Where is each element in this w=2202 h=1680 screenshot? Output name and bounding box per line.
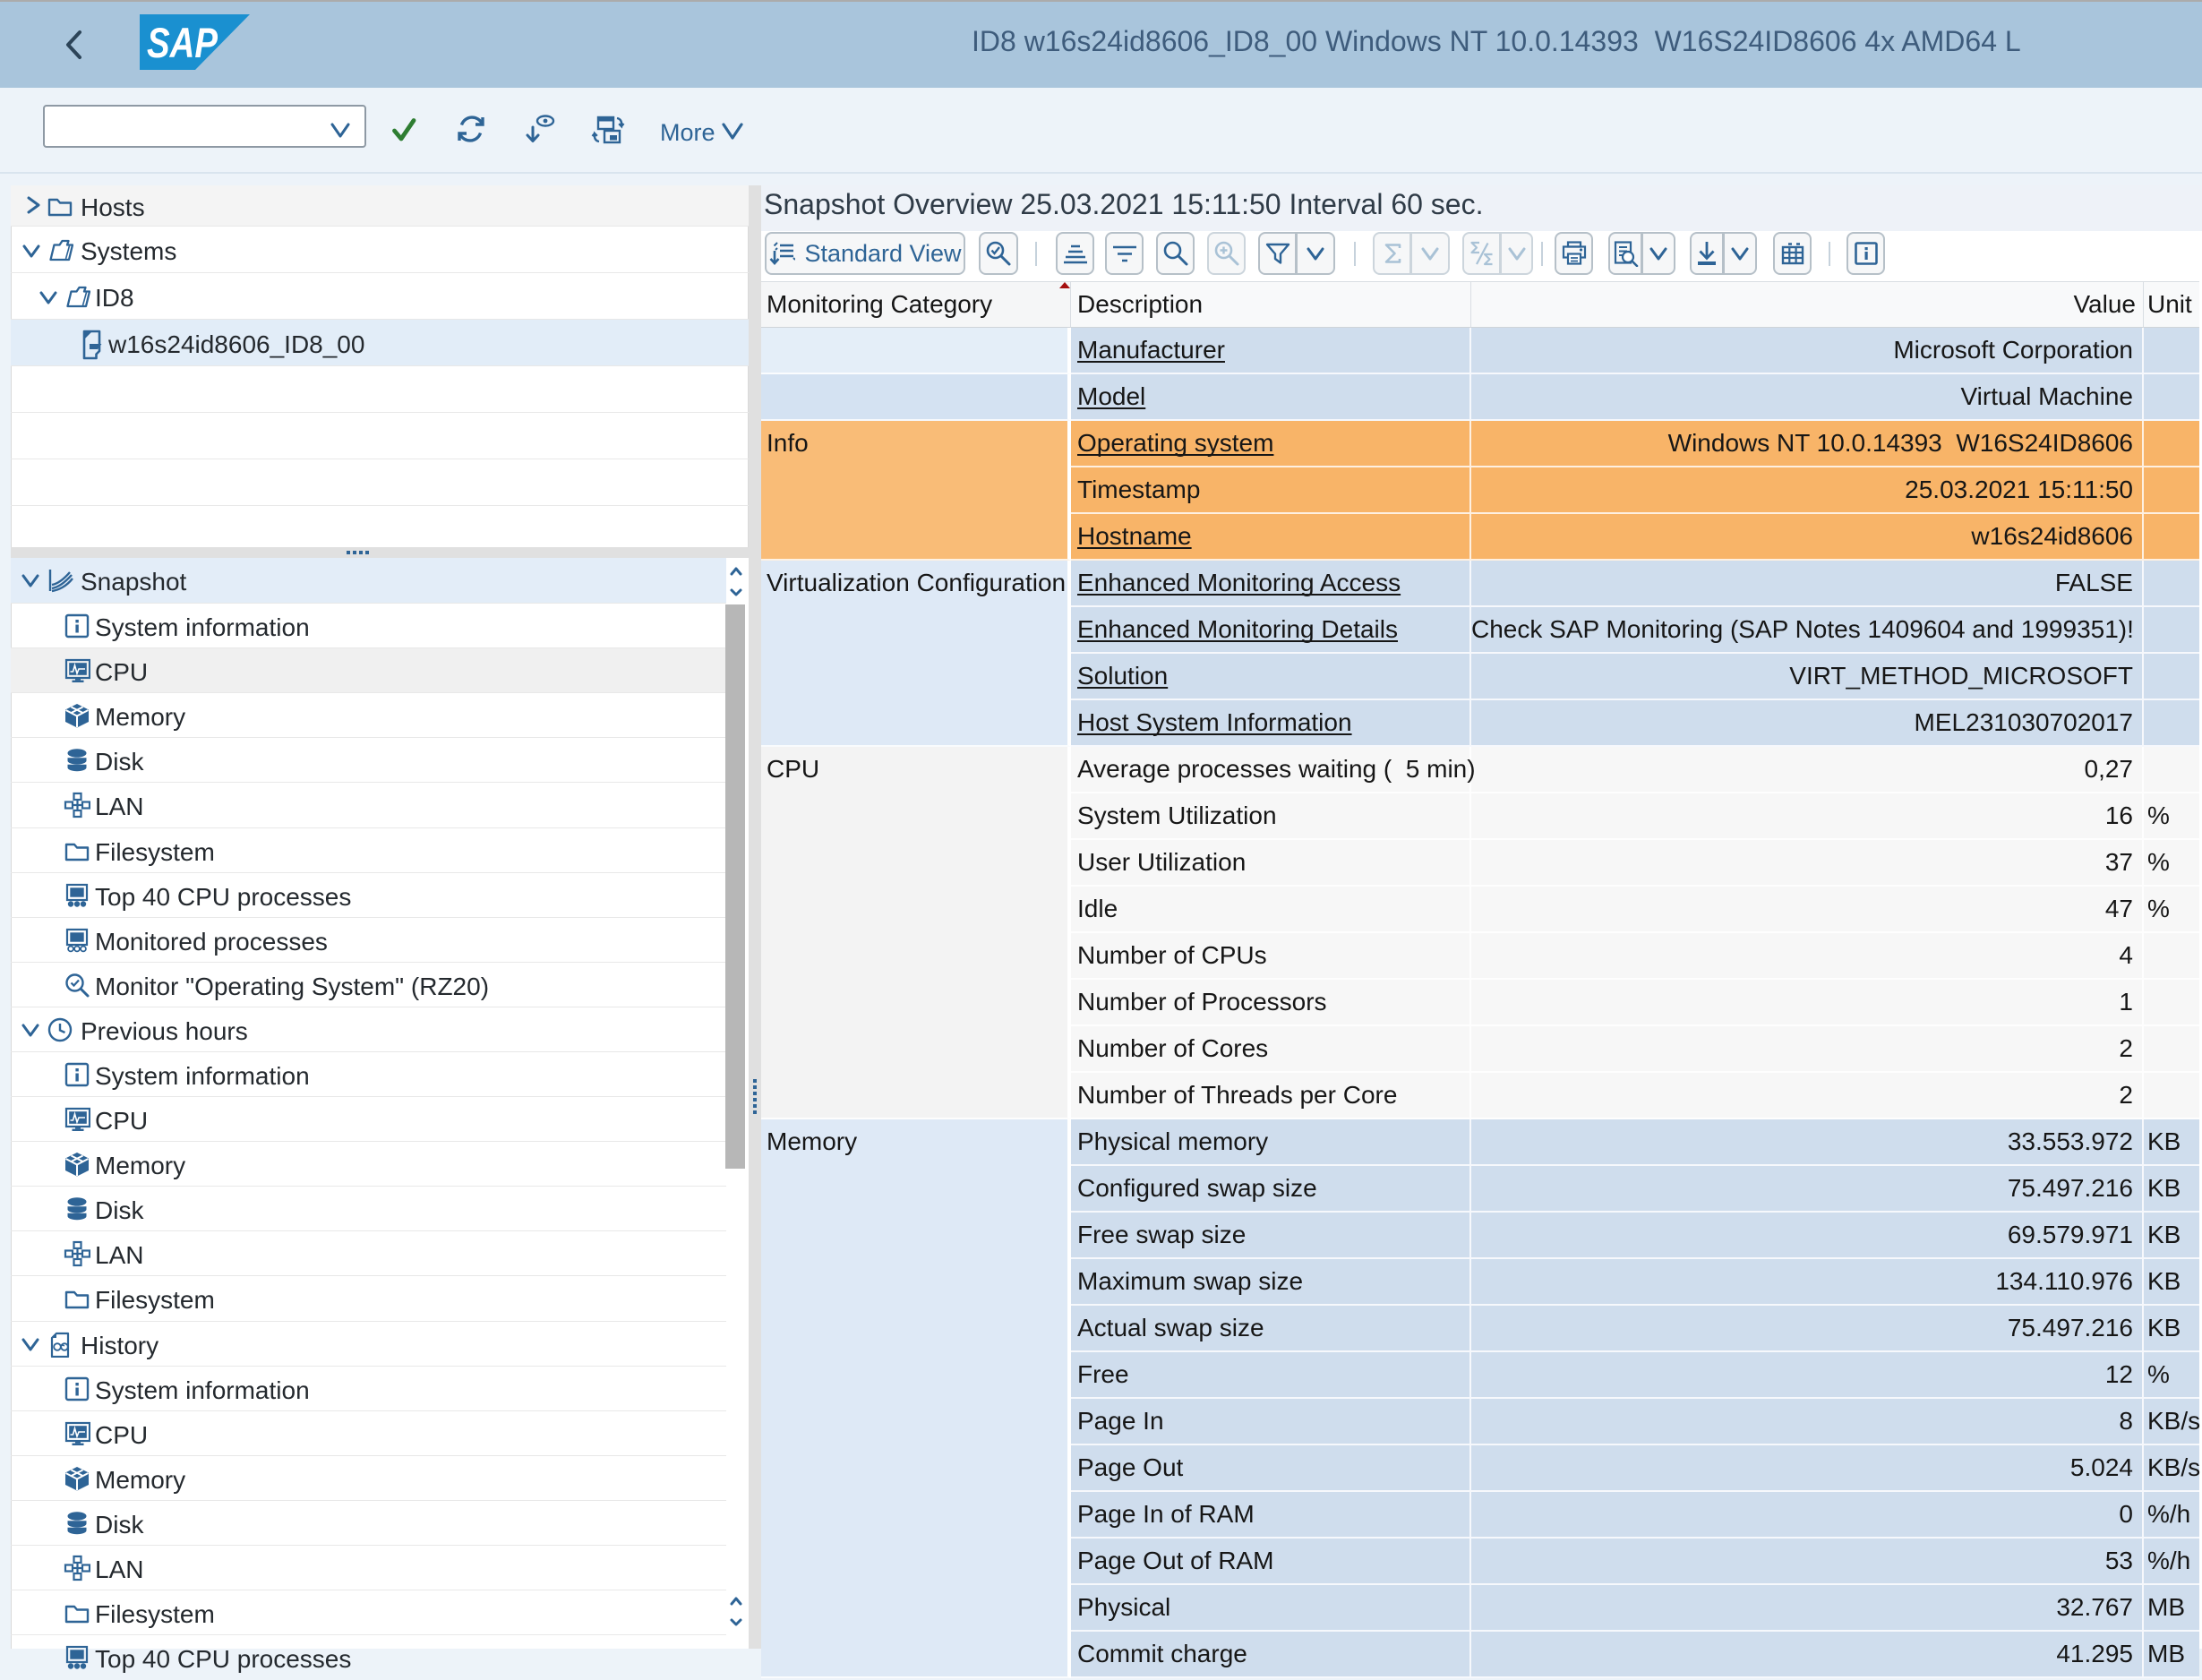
svg-text:SAP: SAP — [147, 19, 218, 66]
